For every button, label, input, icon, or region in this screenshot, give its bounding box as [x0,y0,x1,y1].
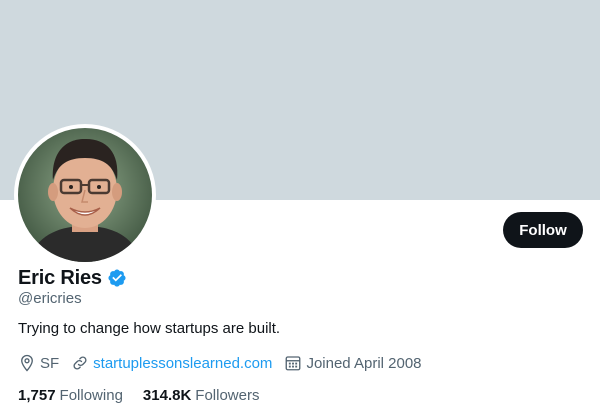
following-label: Following [59,386,123,404]
avatar-ring [14,124,156,266]
name-row: Eric Ries [18,264,127,292]
verified-badge-icon[interactable] [107,268,127,288]
website-item[interactable]: startuplessonslearned.com [71,354,272,372]
following-stat[interactable]: 1,757 Following [18,387,123,404]
profile-bio: Trying to change how startups are built. [18,320,281,337]
avatar-photo [18,128,152,262]
display-name: Eric Ries [18,266,102,289]
avatar[interactable] [18,128,152,262]
follow-stats: 1,757 Following 314.8K Followers [18,385,279,405]
followers-count: 314.8K [142,386,192,404]
user-handle: @ericries [18,290,82,307]
joined-text: Joined April 2008 [306,354,422,372]
followers-label: Followers [195,386,260,404]
follow-button[interactable]: Follow [503,212,583,248]
location-text: SF [40,354,60,372]
website-link[interactable]: startuplessonslearned.com [93,355,272,372]
joined-item: Joined April 2008 [284,354,422,372]
location-pin-icon [21,354,33,372]
profile-meta: SF startuplessonslearned.com Joined Apri… [18,353,434,373]
following-count: 1,757 [18,386,56,404]
followers-stat[interactable]: 314.8K Followers [143,387,260,404]
calendar-icon [286,356,301,371]
link-icon [73,356,87,370]
location-item: SF [18,354,59,372]
